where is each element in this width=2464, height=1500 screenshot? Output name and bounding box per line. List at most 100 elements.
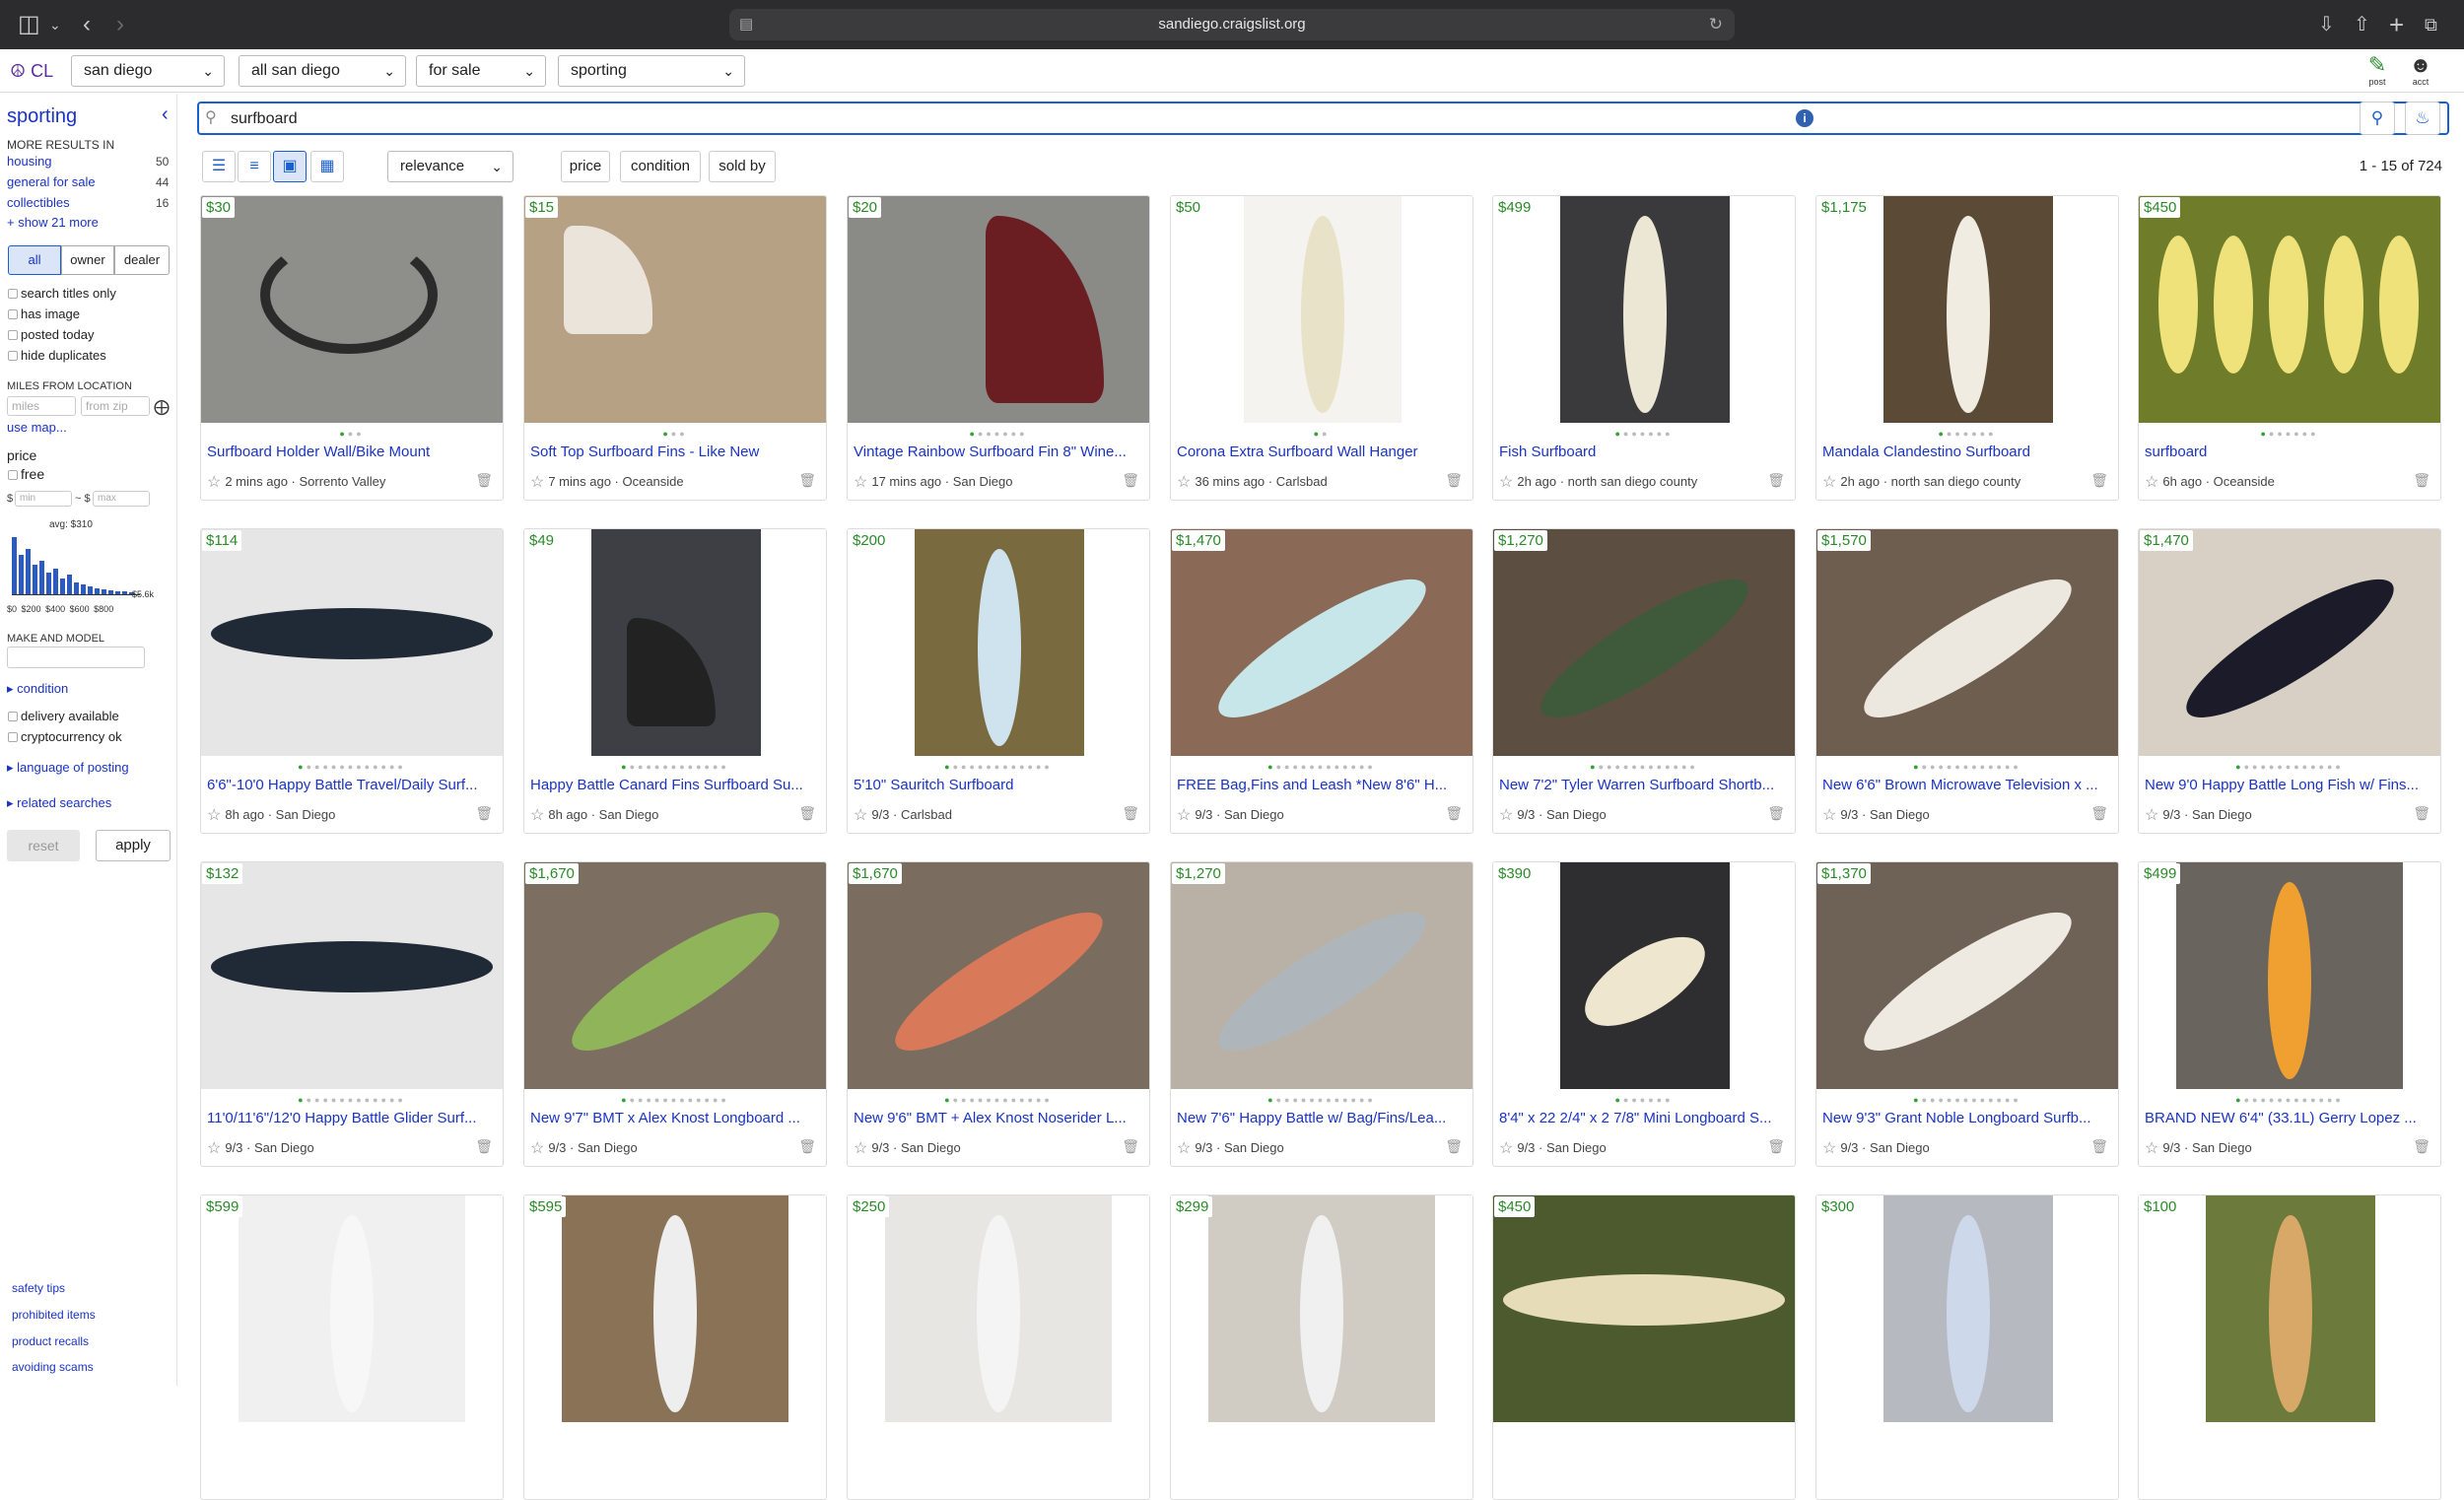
sidebar-toggle-icon[interactable]: ◫ bbox=[18, 0, 40, 49]
craigslist-logo[interactable]: ☮ CL bbox=[10, 61, 53, 82]
address-bar[interactable]: ▤ sandiego.craigslist.org ↻ bbox=[729, 9, 1735, 40]
star-icon[interactable]: ☆ bbox=[1822, 474, 1836, 491]
search-input[interactable]: ⚲ surfboard i bbox=[197, 102, 2449, 135]
listing-title[interactable]: Fish Surfboard bbox=[1499, 443, 1789, 460]
listing-title[interactable]: Soft Top Surfboard Fins - Like New bbox=[530, 443, 820, 460]
star-icon[interactable]: ☆ bbox=[1499, 474, 1513, 491]
listing-card[interactable]: $1,570 ●●●●●●●●●●●●● New 6'6" Brown Microw… bbox=[1815, 528, 2119, 834]
condition-toggle[interactable]: ▸ condition bbox=[7, 681, 68, 697]
listing-title[interactable]: New 9'7" BMT x Alex Knost Longboard ... bbox=[530, 1110, 820, 1126]
sort-select[interactable]: relevance ⌄ bbox=[387, 151, 513, 182]
star-icon[interactable]: ☆ bbox=[854, 1140, 867, 1157]
trash-icon[interactable]: 🗑 bbox=[2413, 1138, 2430, 1155]
max-price-input[interactable]: max bbox=[93, 491, 150, 507]
posted-today-checkbox[interactable]: posted today bbox=[8, 327, 94, 342]
photo-carousel-dots[interactable]: ●●●●●●●●●●●●● bbox=[1816, 762, 2118, 772]
listing-photo[interactable]: $1,175 bbox=[1816, 196, 2118, 423]
listing-photo[interactable]: $114 bbox=[201, 529, 503, 756]
view-gallery-button[interactable]: ▣ bbox=[273, 151, 307, 182]
listing-photo[interactable]: $30 bbox=[201, 196, 503, 423]
photo-carousel-dots[interactable]: ●●●●●●● bbox=[848, 429, 1149, 439]
listing-card[interactable]: $100 bbox=[2138, 1194, 2441, 1500]
star-icon[interactable]: ☆ bbox=[530, 474, 544, 491]
listing-photo[interactable]: $1,470 bbox=[1171, 529, 1472, 756]
photo-carousel-dots[interactable]: ●● bbox=[1171, 429, 1472, 439]
listing-card[interactable]: $15 ●●● Soft Top Surfboard Fins - Like New… bbox=[523, 195, 827, 501]
seller-all-toggle[interactable]: all bbox=[8, 245, 61, 275]
listing-photo[interactable]: $1,370 bbox=[1816, 862, 2118, 1089]
listing-photo[interactable]: $15 bbox=[524, 196, 826, 423]
photo-carousel-dots[interactable]: ●●●●●●●●●●●●● bbox=[2139, 762, 2440, 772]
cryptocurrency-checkbox[interactable]: cryptocurrency ok bbox=[8, 729, 122, 744]
listing-card[interactable]: $1,670 ●●●●●●●●●●●●● New 9'6" BMT + Alex K… bbox=[847, 861, 1150, 1167]
seller-dealer-toggle[interactable]: dealer bbox=[114, 245, 170, 275]
listing-photo[interactable]: $20 bbox=[848, 196, 1149, 423]
photo-carousel-dots[interactable]: ●●●●●●●●●●●●● bbox=[1816, 1095, 2118, 1105]
trash-icon[interactable]: 🗑 bbox=[2090, 1138, 2108, 1155]
listing-card[interactable]: $499 ●●●●●●●●●●●●● BRAND NEW 6'4" (33.1L) … bbox=[2138, 861, 2441, 1167]
listing-photo[interactable]: $450 bbox=[1493, 1195, 1795, 1422]
post-button[interactable]: ✎ post bbox=[2358, 53, 2397, 88]
listing-title[interactable]: 8'4" x 22 2/4" x 2 7/8" Mini Longboard S… bbox=[1499, 1110, 1789, 1126]
listing-card[interactable]: $299 bbox=[1170, 1194, 1473, 1500]
chevron-down-icon[interactable]: ⌄ bbox=[49, 0, 61, 49]
make-model-input[interactable] bbox=[7, 647, 145, 668]
listing-card[interactable]: $599 bbox=[200, 1194, 504, 1500]
listing-photo[interactable]: $299 bbox=[1171, 1195, 1472, 1422]
listing-photo[interactable]: $1,270 bbox=[1171, 862, 1472, 1089]
trash-icon[interactable]: 🗑 bbox=[475, 805, 493, 822]
listing-title[interactable]: Vintage Rainbow Surfboard Fin 8" Wine... bbox=[854, 443, 1143, 460]
save-search-button[interactable]: ♨ bbox=[2405, 102, 2440, 135]
listing-card[interactable]: $390 ●●●●●●● 8'4" x 22 2/4" x 2 7/8" Mini … bbox=[1492, 861, 1796, 1167]
listing-card[interactable]: $1,670 ●●●●●●●●●●●●● New 9'7" BMT x Alex K… bbox=[523, 861, 827, 1167]
trash-icon[interactable]: 🗑 bbox=[798, 472, 816, 489]
photo-carousel-dots[interactable]: ●●●●●●● bbox=[2139, 429, 2440, 439]
listing-card[interactable]: $250 bbox=[847, 1194, 1150, 1500]
listing-card[interactable]: $450 bbox=[1492, 1194, 1796, 1500]
star-icon[interactable]: ☆ bbox=[2145, 1140, 2158, 1157]
listing-card[interactable]: $49 ●●●●●●●●●●●●● Happy Battle Canard Fins… bbox=[523, 528, 827, 834]
forward-icon[interactable]: › bbox=[116, 0, 124, 49]
category-select[interactable]: sporting ⌄ bbox=[558, 55, 745, 87]
condition-filter-button[interactable]: condition bbox=[620, 151, 701, 182]
miles-input[interactable]: miles bbox=[7, 396, 76, 416]
show-more-link[interactable]: + show 21 more bbox=[7, 215, 99, 230]
view-thumb-list-button[interactable]: ≡ bbox=[238, 151, 271, 182]
listing-card[interactable]: $20 ●●●●●●● Vintage Rainbow Surfboard Fin … bbox=[847, 195, 1150, 501]
trash-icon[interactable]: 🗑 bbox=[2090, 805, 2108, 822]
listing-card[interactable]: $30 ●●● Surfboard Holder Wall/Bike Mount ☆ 2… bbox=[200, 195, 504, 501]
search-titles-only-checkbox[interactable]: search titles only bbox=[8, 286, 116, 301]
listing-card[interactable]: $114 ●●●●●●●●●●●●● 6'6"-10'0 Happy Battle … bbox=[200, 528, 504, 834]
photo-carousel-dots[interactable]: ●●● bbox=[524, 429, 826, 439]
more-results-housing[interactable]: housing bbox=[7, 154, 52, 169]
listing-photo[interactable]: $1,270 bbox=[1493, 529, 1795, 756]
listing-card[interactable]: $450 ●●●●●●● surfboard ☆ 6h ago · Oceanside 🗑 bbox=[2138, 195, 2441, 501]
listing-photo[interactable]: $1,670 bbox=[848, 862, 1149, 1089]
product-recalls-link[interactable]: product recalls bbox=[12, 1334, 89, 1348]
listing-card[interactable]: $200 ●●●●●●●●●●●●● 5'10" Sauritch Surfboar… bbox=[847, 528, 1150, 834]
listing-card[interactable]: $132 ●●●●●●●●●●●●● 11'0/11'6"/12'0 Happy B… bbox=[200, 861, 504, 1167]
reload-icon[interactable]: ↻ bbox=[1709, 9, 1723, 40]
listing-photo[interactable]: $499 bbox=[1493, 196, 1795, 423]
listing-photo[interactable]: $100 bbox=[2139, 1195, 2440, 1422]
listing-title[interactable]: FREE Bag,Fins and Leash *New 8'6" H... bbox=[1177, 777, 1467, 793]
photo-carousel-dots[interactable]: ●●●●●●● bbox=[1816, 429, 2118, 439]
listing-card[interactable]: $1,270 ●●●●●●●●●●●●● New 7'2" Tyler Warren… bbox=[1492, 528, 1796, 834]
locate-icon[interactable]: ⨁ bbox=[154, 397, 170, 417]
listing-photo[interactable]: $300 bbox=[1816, 1195, 2118, 1422]
related-searches-toggle[interactable]: ▸ related searches bbox=[7, 795, 111, 811]
avoiding-scams-link[interactable]: avoiding scams bbox=[12, 1360, 94, 1374]
photo-carousel-dots[interactable]: ●●●●●●●●●●●●● bbox=[201, 762, 503, 772]
prohibited-items-link[interactable]: prohibited items bbox=[12, 1308, 96, 1322]
photo-carousel-dots[interactable]: ●●●●●●●●●●●●● bbox=[201, 1095, 503, 1105]
star-icon[interactable]: ☆ bbox=[207, 474, 221, 491]
area-select[interactable]: san diego ⌄ bbox=[71, 55, 225, 87]
price-histogram[interactable] bbox=[12, 536, 140, 595]
trash-icon[interactable]: 🗑 bbox=[1445, 472, 1463, 489]
listing-title[interactable]: New 9'6" BMT + Alex Knost Noserider L... bbox=[854, 1110, 1143, 1126]
section-select[interactable]: for sale ⌄ bbox=[416, 55, 546, 87]
listing-title[interactable]: 5'10" Sauritch Surfboard bbox=[854, 777, 1143, 793]
account-button[interactable]: ☻ acct bbox=[2401, 53, 2440, 88]
star-icon[interactable]: ☆ bbox=[1822, 807, 1836, 824]
trash-icon[interactable]: 🗑 bbox=[1767, 472, 1785, 489]
